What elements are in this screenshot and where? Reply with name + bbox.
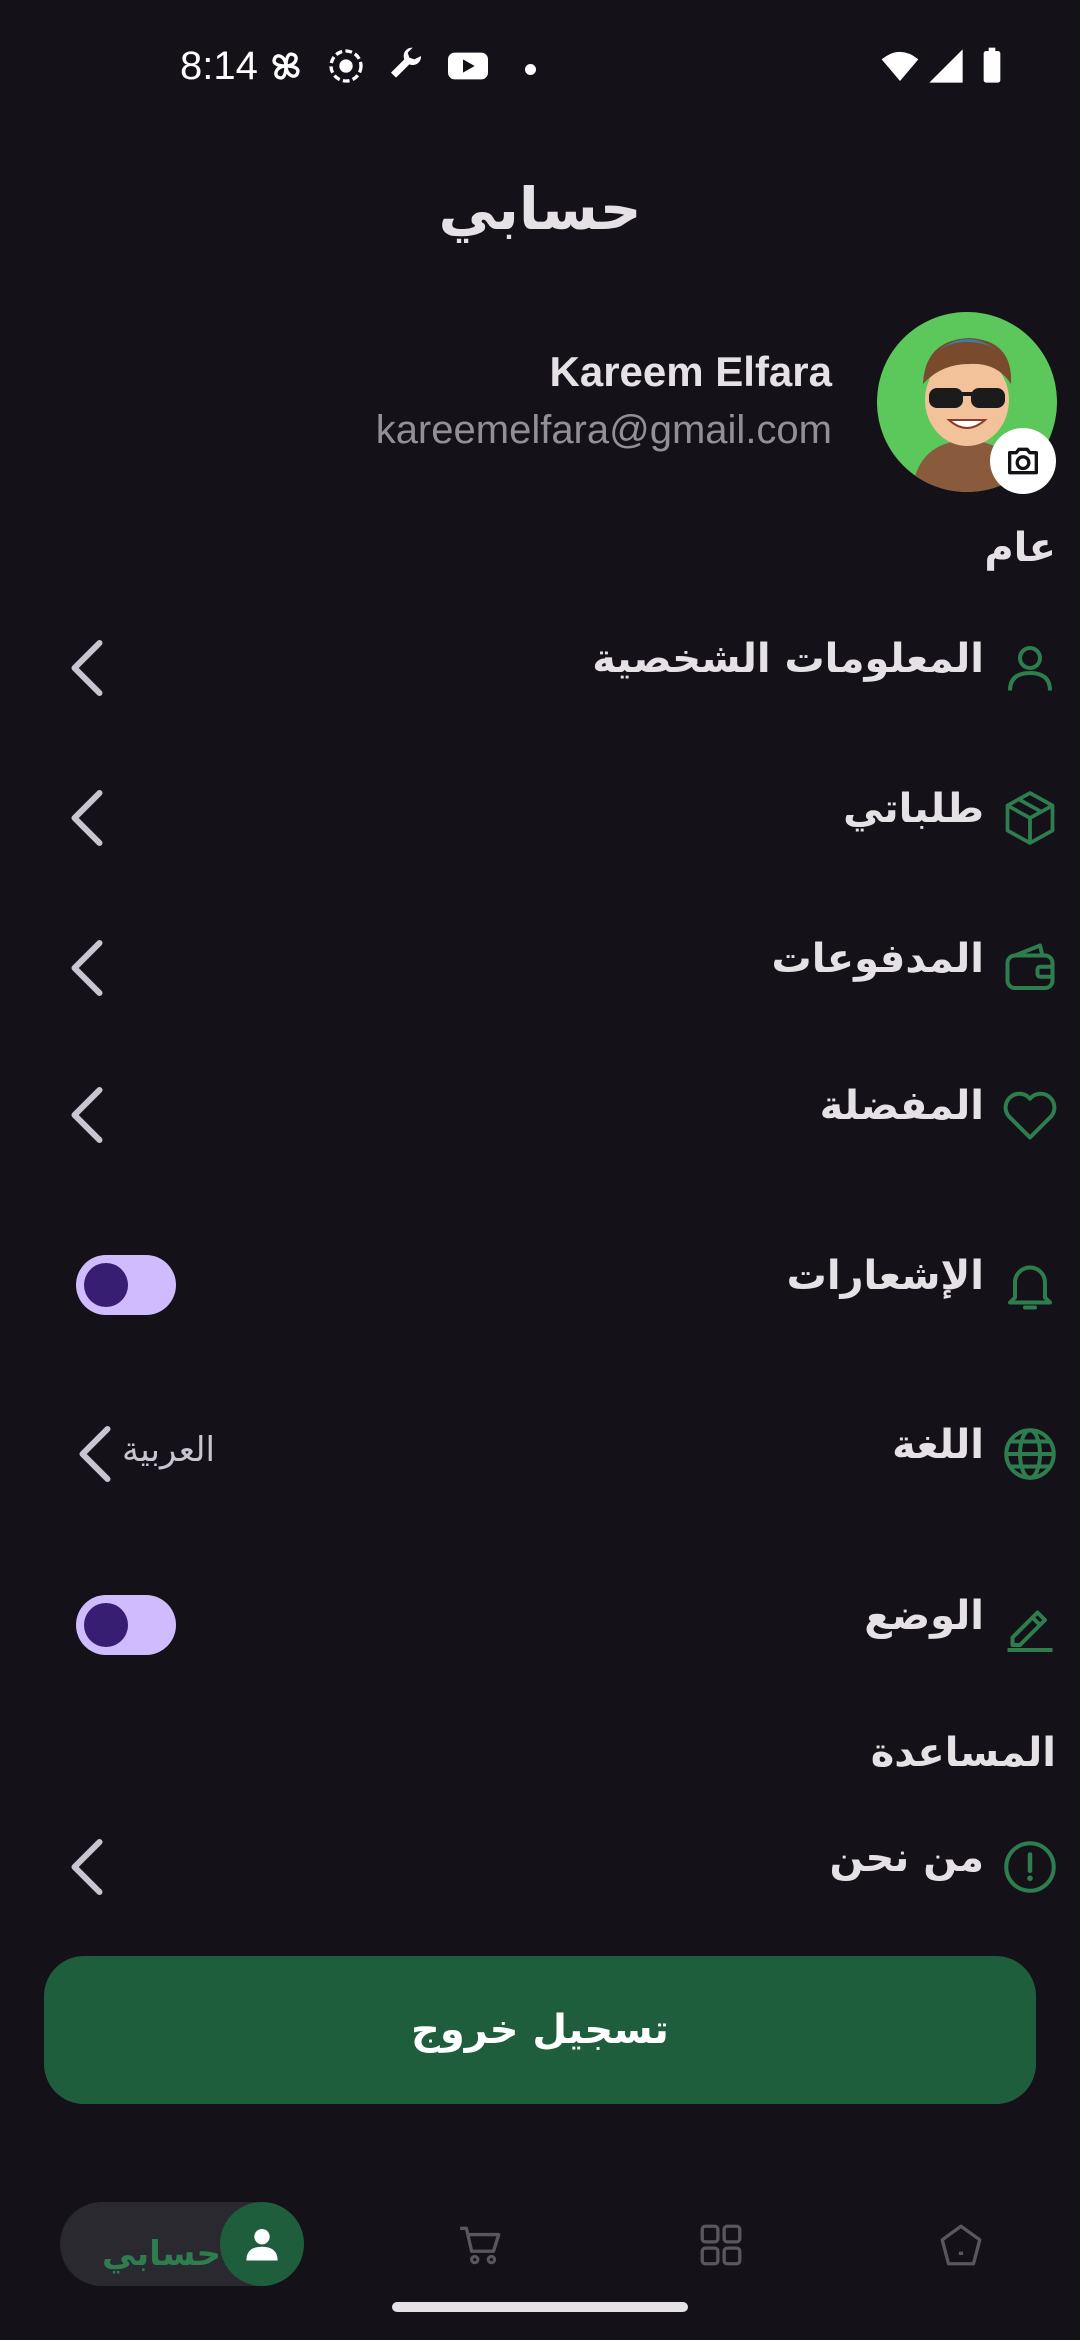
- battery-icon: [983, 47, 1001, 83]
- dot-icon: [525, 64, 536, 75]
- camera-icon: [1008, 447, 1038, 475]
- globe-icon: [1004, 1428, 1056, 1480]
- chevron-left-icon: [71, 790, 103, 846]
- menu-item-mode: الوضع: [0, 1565, 1080, 1685]
- menu-item-language[interactable]: اللغة العربية: [0, 1394, 1080, 1514]
- grid-icon[interactable]: [696, 2220, 746, 2270]
- menu-item-label: المدفوعات: [771, 936, 984, 982]
- toggle-knob: [84, 1263, 128, 1307]
- wallet-icon: [1005, 943, 1055, 990]
- language-value: العربية: [122, 1430, 215, 1470]
- info-icon: [1004, 1841, 1056, 1893]
- heart-icon: [1003, 1091, 1057, 1140]
- account-screen: 8:14 حسابي Kareem Elfara kareemelfara@gm…: [0, 0, 1080, 2340]
- wrench-icon: [391, 47, 422, 78]
- notifications-toggle[interactable]: [76, 1255, 176, 1315]
- box-icon: [1005, 791, 1055, 845]
- menu-item-personal-info[interactable]: المعلومات الشخصية: [0, 608, 1080, 728]
- pen-icon: [1007, 1610, 1053, 1652]
- menu-item-label: الإشعارات: [786, 1253, 984, 1299]
- menu-item-label: اللغة: [892, 1422, 984, 1468]
- logout-button[interactable]: تسجيل خروج: [44, 1956, 1036, 2104]
- status-time: 8:14: [180, 44, 258, 88]
- youtube-icon: [448, 52, 488, 80]
- logout-label: تسجيل خروج: [411, 2007, 669, 2053]
- mode-toggle[interactable]: [76, 1595, 176, 1655]
- person-icon: [1008, 646, 1052, 691]
- chevron-left-icon: [71, 1087, 103, 1143]
- menu-item-payments[interactable]: المدفوعات: [0, 908, 1080, 1028]
- profile-name: Kareem Elfara: [549, 348, 833, 395]
- change-photo-button[interactable]: [990, 428, 1056, 494]
- chevron-left-icon: [79, 1426, 111, 1482]
- profile-email: kareemelfara@gmail.com: [375, 408, 832, 452]
- nav-item-label: حسابي: [102, 2234, 222, 2274]
- menu-item-label: المعلومات الشخصية: [592, 636, 984, 682]
- menu-item-label: المفضلة: [819, 1083, 984, 1129]
- menu-item-label: الوضع: [864, 1593, 984, 1639]
- wifi-icon: [881, 51, 919, 81]
- bottom-nav: حسابي: [0, 2190, 1080, 2300]
- section-help: المساعدة: [870, 1730, 1056, 1776]
- account-icon: [246, 2228, 278, 2261]
- signal-icon: [929, 49, 963, 83]
- cart-icon[interactable]: [456, 2220, 506, 2270]
- chevron-left-icon: [71, 1839, 103, 1895]
- home-indicator[interactable]: [392, 2302, 688, 2312]
- menu-item-about[interactable]: من نحن: [0, 1807, 1080, 1927]
- chevron-left-icon: [71, 640, 103, 696]
- page-title: حسابي: [438, 175, 642, 243]
- home-icon[interactable]: [936, 2220, 986, 2270]
- pinwheel-icon: [272, 52, 300, 80]
- menu-item-label: طلباتي: [843, 786, 984, 832]
- menu-item-label: من نحن: [829, 1835, 984, 1881]
- menu-item-favorites[interactable]: المفضلة: [0, 1055, 1080, 1175]
- chevron-left-icon: [71, 940, 103, 996]
- section-general: عام: [984, 525, 1056, 571]
- account-nav-badge[interactable]: [220, 2202, 304, 2286]
- toggle-knob: [84, 1603, 128, 1647]
- menu-item-orders[interactable]: طلباتي: [0, 758, 1080, 878]
- status-bar: 8:14: [0, 0, 1080, 140]
- record-icon: [329, 49, 363, 83]
- bell-icon: [1008, 1265, 1052, 1310]
- menu-item-notifications: الإشعارات: [0, 1225, 1080, 1345]
